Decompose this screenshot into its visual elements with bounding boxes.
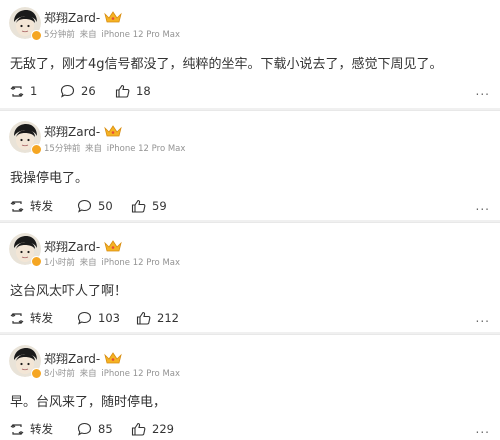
more-options-button[interactable]: ... xyxy=(476,311,490,325)
post-source-prefix: 来自 xyxy=(79,369,97,379)
verified-badge-icon xyxy=(31,368,42,379)
post-meta: 15分钟前 来自 iPhone 12 Pro Max xyxy=(44,142,187,154)
crown-icon xyxy=(104,125,122,137)
user-name[interactable]: 郑翔Zard- xyxy=(44,9,100,26)
post-source: iPhone 12 Pro Max xyxy=(101,369,181,379)
crown-icon xyxy=(104,240,122,252)
repost-button[interactable]: 转发 xyxy=(10,308,53,328)
comment-button[interactable]: 103 xyxy=(77,308,120,328)
post-actions: 转发 50 59 ... xyxy=(0,196,500,216)
weibo-feed: 郑翔Zard- 5分钟前 来自 iPhone 12 Pro Max 无敌了，刚才… xyxy=(0,0,500,440)
verified-badge-icon xyxy=(31,144,42,155)
like-button[interactable]: 229 xyxy=(131,419,174,439)
crown-icon xyxy=(104,11,122,23)
comment-button[interactable]: 26 xyxy=(60,81,96,101)
more-options-button[interactable]: ... xyxy=(476,422,490,436)
repost-icon xyxy=(10,200,24,212)
comment-icon xyxy=(60,84,75,98)
post-source-prefix: 来自 xyxy=(85,144,103,154)
user-name[interactable]: 郑翔Zard- xyxy=(44,123,100,140)
comment-count: 103 xyxy=(98,311,120,325)
post-text: 无敌了，刚才4g信号都没了，纯粹的坐牢。下载小说去了，感觉下周见了。 xyxy=(10,57,443,72)
post-source-prefix: 来自 xyxy=(79,30,97,40)
comment-count: 50 xyxy=(98,199,113,213)
like-count: 59 xyxy=(152,199,167,213)
comment-count: 26 xyxy=(81,84,96,98)
repost-icon xyxy=(10,423,24,435)
post-time[interactable]: 8小时前 xyxy=(44,369,75,379)
repost-button[interactable]: 转发 xyxy=(10,419,53,439)
user-name[interactable]: 郑翔Zard- xyxy=(44,350,100,367)
post-meta: 5分钟前 来自 iPhone 12 Pro Max xyxy=(44,28,182,40)
comment-icon xyxy=(77,311,92,325)
comment-button[interactable]: 85 xyxy=(77,419,113,439)
like-button[interactable]: 212 xyxy=(136,308,179,328)
post-source: iPhone 12 Pro Max xyxy=(101,30,181,40)
repost-button[interactable]: 1 xyxy=(10,81,37,101)
like-button[interactable]: 59 xyxy=(131,196,167,216)
post-card: 郑翔Zard- 1小时前 来自 iPhone 12 Pro Max 这台风太吓人… xyxy=(0,222,500,334)
post-text: 早。台风来了，随时停电， xyxy=(10,395,167,410)
post-source: iPhone 12 Pro Max xyxy=(101,258,181,268)
verified-badge-icon xyxy=(31,256,42,267)
comment-icon xyxy=(77,422,92,436)
repost-icon xyxy=(10,85,24,97)
user-name[interactable]: 郑翔Zard- xyxy=(44,238,100,255)
crown-icon xyxy=(104,352,122,364)
post-actions: 转发 85 229 ... xyxy=(0,419,500,439)
repost-count: 转发 xyxy=(30,422,53,436)
repost-icon xyxy=(10,312,24,324)
post-meta: 8小时前 来自 iPhone 12 Pro Max xyxy=(44,367,182,379)
post-meta: 1小时前 来自 iPhone 12 Pro Max xyxy=(44,256,182,268)
repost-count: 转发 xyxy=(30,311,53,325)
more-options-button[interactable]: ... xyxy=(476,84,490,98)
thumbs-up-icon xyxy=(115,84,130,98)
comment-button[interactable]: 50 xyxy=(77,196,113,216)
repost-count: 转发 xyxy=(30,199,53,213)
post-time[interactable]: 5分钟前 xyxy=(44,30,75,40)
post-actions: 1 26 18 ... xyxy=(0,81,500,101)
repost-button[interactable]: 转发 xyxy=(10,196,53,216)
comment-icon xyxy=(77,199,92,213)
post-card: 郑翔Zard- 15分钟前 来自 iPhone 12 Pro Max 我操停电了… xyxy=(0,110,500,222)
comment-count: 85 xyxy=(98,422,113,436)
post-source-prefix: 来自 xyxy=(79,258,97,268)
post-source: iPhone 12 Pro Max xyxy=(106,144,186,154)
like-count: 18 xyxy=(136,84,151,98)
like-count: 212 xyxy=(157,311,179,325)
post-card: 郑翔Zard- 8小时前 来自 iPhone 12 Pro Max 早。台风来了… xyxy=(0,334,500,440)
post-text: 我操停电了。 xyxy=(10,171,89,186)
repost-count: 1 xyxy=(30,84,38,98)
like-button[interactable]: 18 xyxy=(115,81,151,101)
post-time[interactable]: 1小时前 xyxy=(44,258,75,268)
thumbs-up-icon xyxy=(131,199,146,213)
verified-badge-icon xyxy=(31,30,42,41)
thumbs-up-icon xyxy=(131,422,146,436)
like-count: 229 xyxy=(152,422,174,436)
post-time[interactable]: 15分钟前 xyxy=(44,144,80,154)
post-text: 这台风太吓人了啊！ xyxy=(10,284,128,299)
thumbs-up-icon xyxy=(136,311,151,325)
post-card: 郑翔Zard- 5分钟前 来自 iPhone 12 Pro Max 无敌了，刚才… xyxy=(0,0,500,110)
post-actions: 转发 103 212 ... xyxy=(0,308,500,328)
more-options-button[interactable]: ... xyxy=(476,199,490,213)
